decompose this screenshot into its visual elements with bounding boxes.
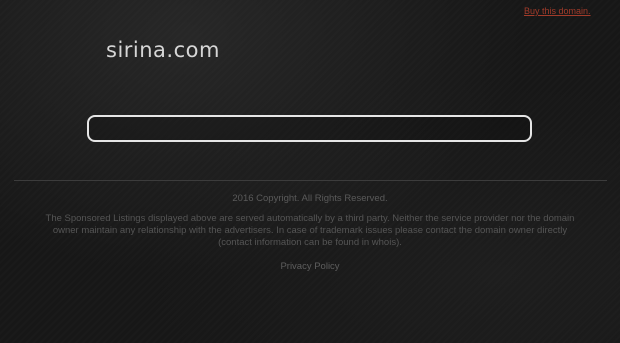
search-input[interactable] xyxy=(89,117,530,140)
search-box[interactable] xyxy=(87,115,532,142)
disclaimer-text: The Sponsored Listings displayed above a… xyxy=(22,213,598,249)
privacy-policy-link[interactable]: Privacy Policy xyxy=(280,261,339,272)
copyright-text: 2016 Copyright. All Rights Reserved. xyxy=(232,193,388,204)
footer-divider xyxy=(14,180,607,181)
disclaimer-line-3: (contact information can be found in who… xyxy=(218,237,402,248)
buy-domain-link[interactable]: Buy this domain. xyxy=(524,6,591,16)
privacy-policy-container: Privacy Policy xyxy=(0,261,620,272)
disclaimer-line-1: The Sponsored Listings displayed above a… xyxy=(45,213,575,224)
site-title: sirina.com xyxy=(106,38,220,62)
disclaimer-line-2: owner maintain any relationship with the… xyxy=(52,225,568,236)
